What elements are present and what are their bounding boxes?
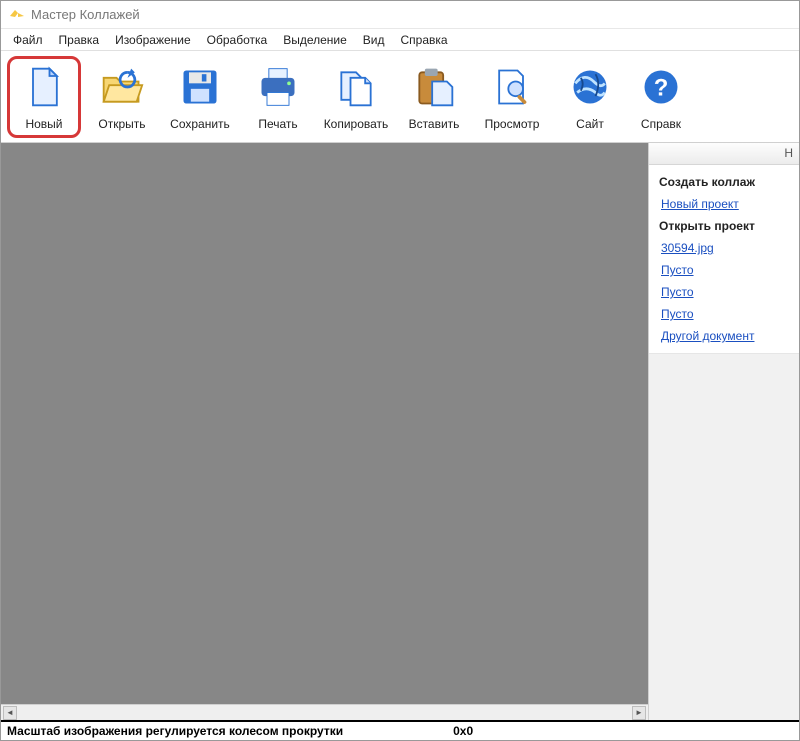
menu-file[interactable]: Файл	[5, 31, 51, 49]
side-panel-header: Н	[649, 143, 799, 165]
toolbar-label: Вставить	[409, 117, 460, 131]
menu-select[interactable]: Выделение	[275, 31, 355, 49]
toolbar-label: Сайт	[576, 117, 604, 131]
magnifier-icon	[488, 63, 536, 111]
app-icon	[9, 7, 25, 23]
copy-button[interactable]: Копировать	[319, 56, 393, 138]
menu-help[interactable]: Справка	[393, 31, 456, 49]
recent-item[interactable]: Пусто	[659, 285, 789, 299]
scroll-right-arrow[interactable]: ►	[632, 706, 646, 720]
save-button[interactable]: Сохранить	[163, 56, 237, 138]
menu-process[interactable]: Обработка	[199, 31, 276, 49]
paste-icon	[410, 63, 458, 111]
new-file-icon	[20, 63, 68, 111]
printer-icon	[254, 63, 302, 111]
toolbar-label: Новый	[25, 117, 62, 131]
help-icon: ?	[637, 63, 685, 111]
statusbar: Масштаб изображения регулируется колесом…	[1, 720, 799, 740]
help-button[interactable]: ? Справк	[631, 56, 691, 138]
open-project-title: Открыть проект	[659, 219, 789, 233]
menu-view[interactable]: Вид	[355, 31, 393, 49]
other-document-link[interactable]: Другой документ	[659, 329, 789, 343]
recent-item[interactable]: Пусто	[659, 263, 789, 277]
copy-icon	[332, 63, 380, 111]
toolbar-label: Печать	[258, 117, 297, 131]
create-collage-title: Создать коллаж	[659, 175, 789, 189]
toolbar-label: Копировать	[324, 117, 389, 131]
work-area: ◄ ► Н Создать коллаж Новый проект Открыт…	[1, 143, 799, 720]
status-hint: Масштаб изображения регулируется колесом…	[7, 724, 343, 738]
menu-image[interactable]: Изображение	[107, 31, 199, 49]
toolbar-label: Открыть	[98, 117, 145, 131]
toolbar-label: Просмотр	[485, 117, 540, 131]
horizontal-scrollbar[interactable]: ◄ ►	[1, 704, 648, 720]
open-folder-icon	[98, 63, 146, 111]
preview-button[interactable]: Просмотр	[475, 56, 549, 138]
recent-item[interactable]: Пусто	[659, 307, 789, 321]
app-title: Мастер Коллажей	[31, 7, 140, 22]
print-button[interactable]: Печать	[241, 56, 315, 138]
side-panel: Н Создать коллаж Новый проект Открыть пр…	[649, 143, 799, 720]
canvas-area[interactable]: ◄ ►	[1, 143, 649, 720]
menu-edit[interactable]: Правка	[51, 31, 108, 49]
svg-text:?: ?	[654, 74, 669, 101]
new-button[interactable]: Новый	[7, 56, 81, 138]
paste-button[interactable]: Вставить	[397, 56, 471, 138]
menubar: Файл Правка Изображение Обработка Выделе…	[1, 29, 799, 51]
open-button[interactable]: Открыть	[85, 56, 159, 138]
site-button[interactable]: Сайт	[553, 56, 627, 138]
globe-icon	[566, 63, 614, 111]
toolbar-label: Справк	[641, 117, 681, 131]
save-disk-icon	[176, 63, 224, 111]
side-panel-empty	[649, 354, 799, 720]
titlebar: Мастер Коллажей	[1, 1, 799, 29]
toolbar: Новый Открыть Сохранить	[1, 51, 799, 143]
status-dimensions: 0x0	[453, 724, 473, 738]
recent-item[interactable]: 30594.jpg	[659, 241, 789, 255]
side-panel-content: Создать коллаж Новый проект Открыть прое…	[649, 165, 799, 354]
new-project-link[interactable]: Новый проект	[659, 197, 789, 211]
toolbar-label: Сохранить	[170, 117, 230, 131]
scroll-left-arrow[interactable]: ◄	[3, 706, 17, 720]
